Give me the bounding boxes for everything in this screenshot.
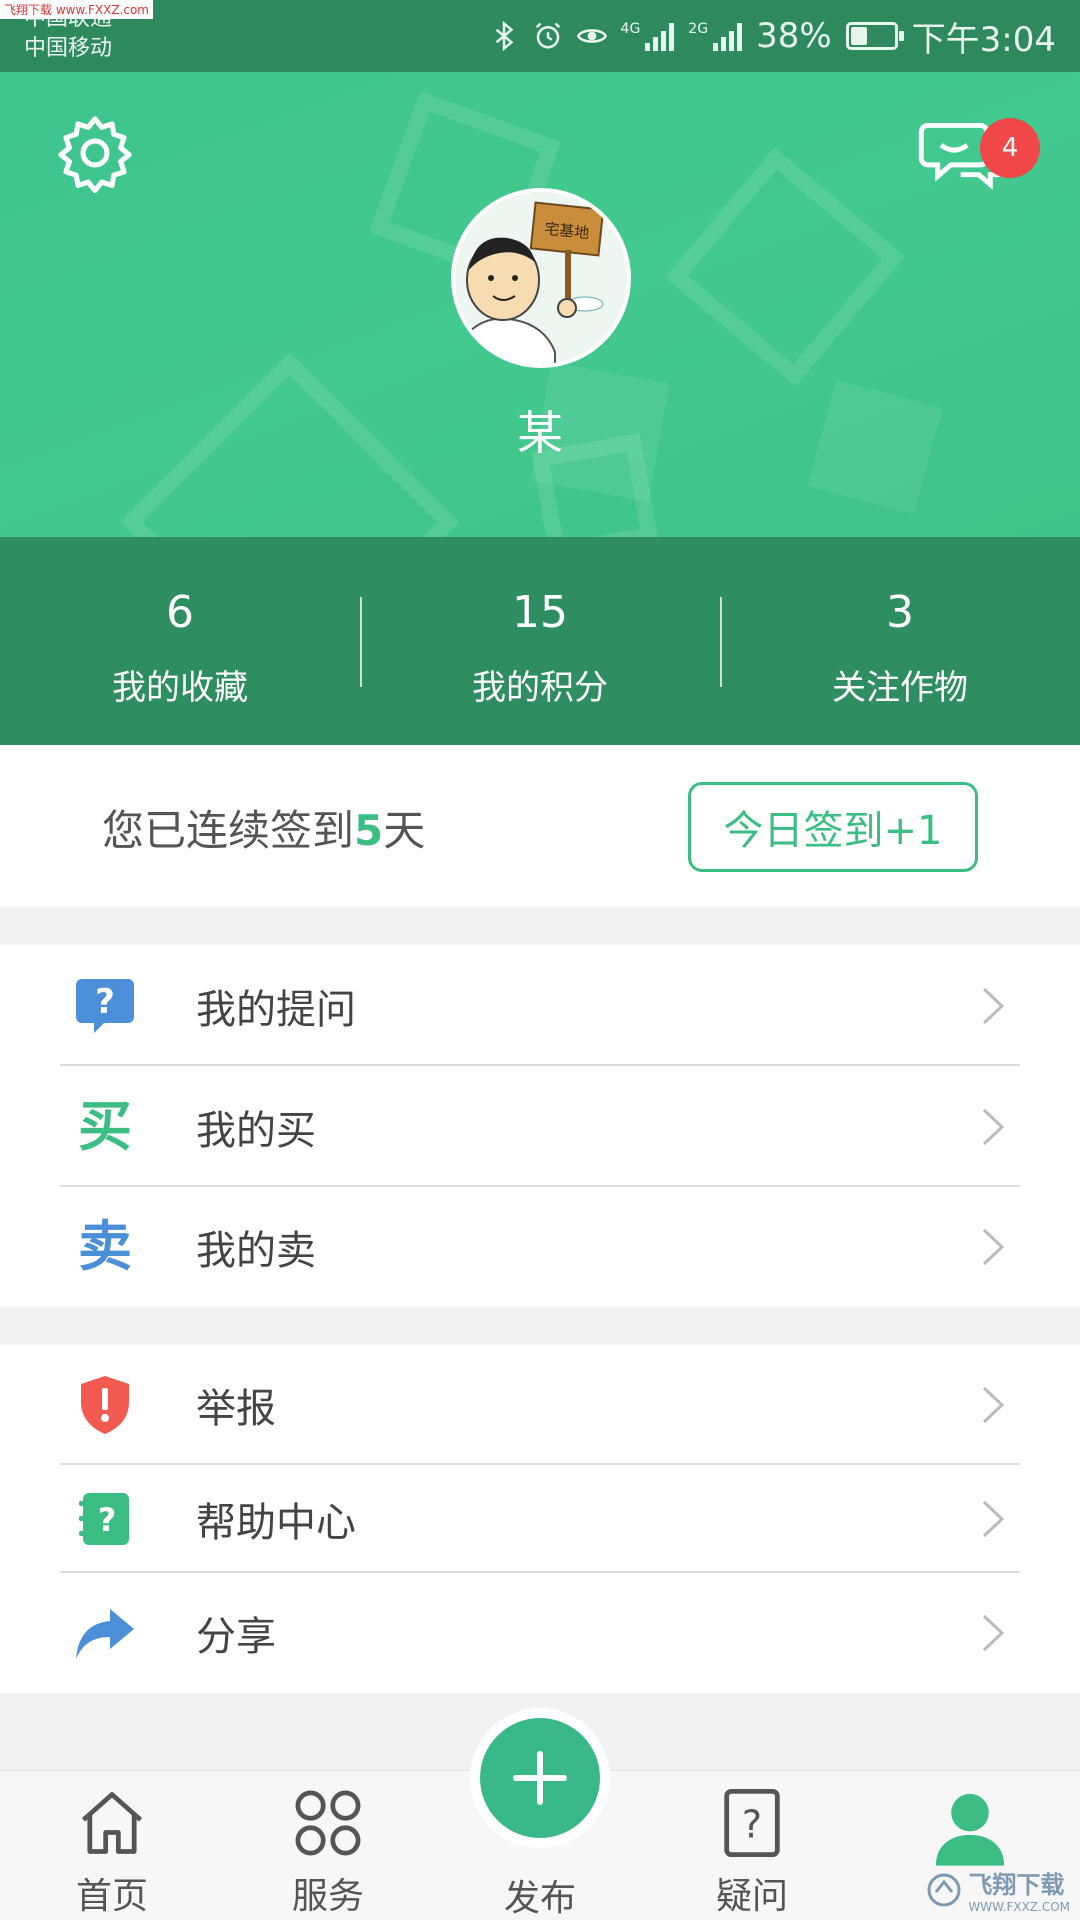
eye-comfort-icon: [576, 29, 607, 43]
alarm-icon: [535, 22, 560, 49]
stat-label: 我的积分: [472, 668, 608, 708]
checkin-panel: 您已连续签到5天 今日签到+1: [0, 745, 1080, 907]
menu-item-share[interactable]: 分享: [0, 1573, 1080, 1693]
tab-label: 疑问: [715, 1876, 788, 1917]
sell-glyph: 卖: [78, 1215, 132, 1278]
status-icons: 4G 2G 38% 下午3:04: [489, 14, 1056, 60]
person-icon: [935, 1793, 1005, 1866]
chevron-right-icon: [982, 987, 1005, 1024]
svg-text:?: ?: [742, 1802, 762, 1846]
buy-glyph: 买: [78, 1094, 132, 1158]
stat-value: 15: [512, 587, 568, 638]
menu-item-my-sell[interactable]: 卖 我的卖: [0, 1187, 1080, 1307]
checkin-days: 5: [354, 806, 384, 855]
network-type-1: 4G: [620, 21, 641, 37]
menu-item-my-questions[interactable]: ? 我的提问: [0, 945, 1080, 1066]
chevron-right-icon: [982, 1614, 1005, 1652]
checkin-streak-text: 您已连续签到5天: [102, 797, 425, 858]
stats-bar: 6 我的收藏 15 我的积分 3 关注作物: [0, 537, 1080, 745]
status-bar: 中国联通 中国移动 4G 2G 38% 下午3:04: [0, 0, 1080, 72]
watermark-url: WWW.FXXZ.COM: [968, 1900, 1070, 1914]
watermark-top-left: 飞翔下载 www.FXXZ.com: [0, 0, 153, 19]
buy-icon: 买: [74, 1096, 136, 1158]
chevron-right-icon: [982, 1386, 1005, 1424]
grid-services-icon: [295, 1790, 361, 1856]
share-arrow-icon: [74, 1602, 136, 1664]
menu-item-label: 分享: [196, 1614, 276, 1660]
question-bubble-icon: ?: [74, 975, 136, 1037]
stat-points[interactable]: 15 我的积分: [360, 537, 720, 745]
bluetooth-icon: [495, 21, 513, 51]
checkin-suffix: 天: [383, 806, 426, 855]
profile-header: 4 宅基地 某: [0, 72, 1080, 537]
svg-text:?: ?: [98, 1501, 117, 1539]
chevron-right-icon: [982, 1500, 1005, 1538]
clock: 下午3:04: [911, 19, 1056, 60]
tab-services[interactable]: 服务: [248, 1771, 408, 1920]
menu-item-label: 我的提问: [196, 986, 356, 1033]
question-doc-icon: ?: [724, 1788, 780, 1858]
network-type-2: 2G: [688, 21, 709, 37]
tab-label: 发布: [503, 1878, 576, 1919]
menu-group-support: 举报 ? 帮助中心 分享: [0, 1345, 1080, 1693]
menu-item-label: 帮助中心: [196, 1500, 356, 1546]
stat-followed-crops[interactable]: 3 关注作物: [720, 537, 1080, 745]
menu-item-report[interactable]: 举报: [0, 1345, 1080, 1465]
help-book-icon: ?: [74, 1488, 136, 1550]
watermark-bottom-right: 飞翔下载 WWW.FXXZ.COM: [926, 1865, 1070, 1914]
message-count-badge: 4: [980, 118, 1040, 178]
watermark-logo-icon: [927, 1873, 961, 1906]
sell-icon: 卖: [74, 1216, 136, 1278]
tab-questions[interactable]: ? 疑问: [672, 1771, 832, 1920]
stat-value: 3: [886, 587, 914, 638]
menu-item-label: 我的卖: [196, 1228, 316, 1274]
carrier-2: 中国移动: [24, 36, 113, 61]
username: 某: [517, 406, 563, 460]
menu-item-label: 举报: [196, 1386, 276, 1432]
checkin-button[interactable]: 今日签到+1: [688, 782, 978, 872]
battery-icon: [845, 22, 904, 50]
avatar[interactable]: 宅基地: [451, 188, 631, 368]
decor-square: [665, 147, 905, 387]
menu-item-help-center[interactable]: ? 帮助中心: [0, 1465, 1080, 1573]
home-icon: [81, 1792, 143, 1854]
stat-value: 6: [166, 587, 194, 638]
plus-icon: [513, 1751, 567, 1805]
publish-fab-button[interactable]: [480, 1718, 600, 1838]
tab-label: 服务: [291, 1876, 364, 1917]
chevron-right-icon: [982, 1228, 1005, 1266]
stat-label: 我的收藏: [112, 668, 248, 708]
svg-text:?: ?: [95, 982, 115, 1022]
signal-2-icon: 2G: [688, 21, 743, 51]
shield-alert-icon: [74, 1374, 136, 1436]
menu-group-trading: ? 我的提问 买 我的买 卖 我的卖: [0, 945, 1080, 1307]
chevron-right-icon: [982, 1108, 1005, 1145]
menu-item-label: 我的买: [196, 1107, 316, 1154]
battery-percent: 38%: [756, 16, 832, 56]
signal-1-icon: 4G: [621, 21, 675, 51]
avatar-illustration: 宅基地: [455, 192, 627, 364]
tab-label: 首页: [75, 1876, 148, 1917]
settings-gear-icon[interactable]: [54, 112, 136, 194]
stat-label: 关注作物: [832, 668, 968, 708]
stat-favorites[interactable]: 6 我的收藏: [0, 537, 360, 745]
tab-home[interactable]: 首页: [32, 1771, 192, 1920]
menu-item-my-buy[interactable]: 买 我的买: [0, 1066, 1080, 1187]
watermark-brand: 飞翔下载: [968, 1871, 1065, 1899]
checkin-prefix: 您已连续签到: [102, 806, 355, 855]
